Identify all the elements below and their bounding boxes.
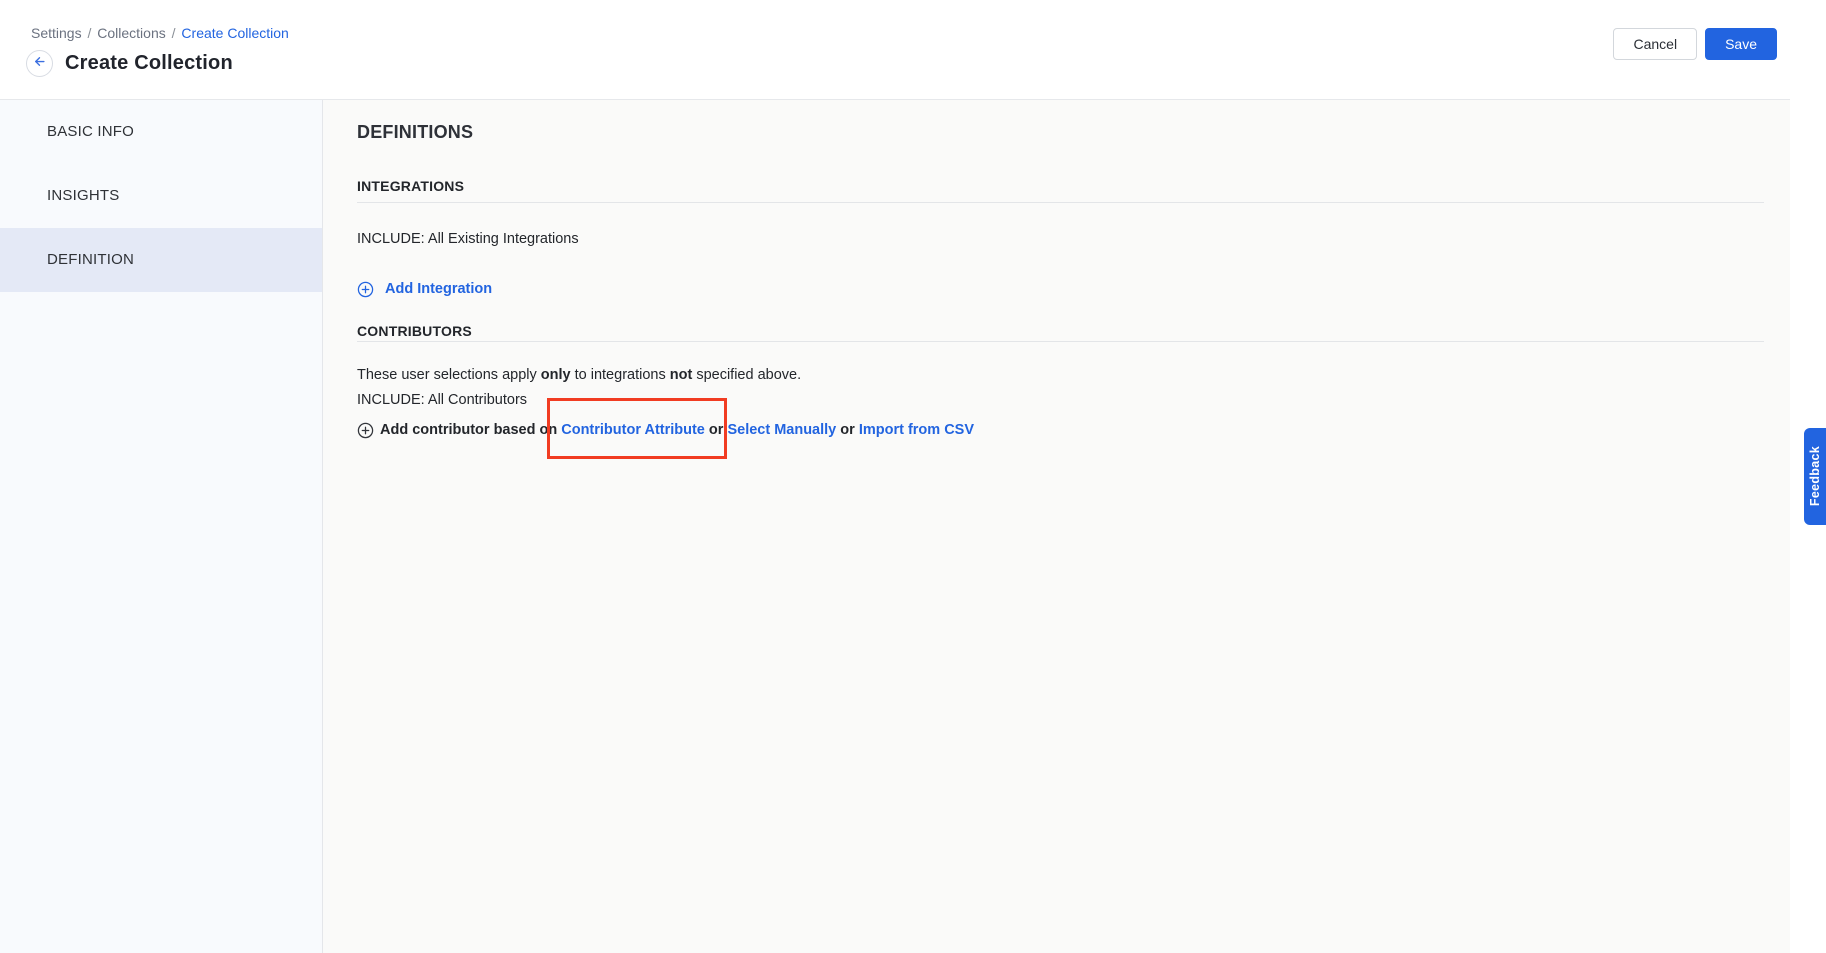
breadcrumb: Settings / Collections / Create Collecti… <box>31 25 289 41</box>
contributors-divider <box>357 341 1764 342</box>
note-text: These user selections apply <box>357 367 537 383</box>
note-emphasis-only: only <box>541 367 571 383</box>
import-from-csv-link[interactable]: Import from CSV <box>859 422 974 438</box>
feedback-tab-label: Feedback <box>1808 446 1822 506</box>
add-contributor-prefix: Add contributor based on <box>380 422 557 438</box>
sidebar-nav: BASIC INFO INSIGHTS DEFINITION <box>0 100 323 953</box>
contributors-include-line: INCLUDE: All Contributors <box>357 390 1764 410</box>
integrations-include-line: INCLUDE: All Existing Integrations <box>357 229 1764 249</box>
contributors-note: These user selections apply only to inte… <box>357 365 1764 385</box>
breadcrumb-settings[interactable]: Settings <box>31 25 82 41</box>
back-button[interactable] <box>26 50 53 77</box>
breadcrumb-separator: / <box>87 25 91 41</box>
select-manually-link[interactable]: Select Manually <box>727 422 836 438</box>
page-title: Create Collection <box>65 52 233 75</box>
plus-circle-icon <box>357 422 374 439</box>
workspace: BASIC INFO INSIGHTS DEFINITION DEFINITIO… <box>0 99 1826 953</box>
arrow-left-icon <box>32 54 47 74</box>
breadcrumb-separator: / <box>172 25 176 41</box>
contributors-section-label: CONTRIBUTORS <box>357 323 1764 340</box>
plus-circle-icon <box>357 281 374 298</box>
add-integration-row: Add Integration <box>357 279 1764 299</box>
integrations-section-label: INTEGRATIONS <box>357 178 1764 195</box>
page-header: Settings / Collections / Create Collecti… <box>0 0 1826 99</box>
note-text: to integrations <box>575 367 666 383</box>
cancel-button[interactable]: Cancel <box>1613 28 1697 60</box>
definition-panel: DEFINITIONS INTEGRATIONS INCLUDE: All Ex… <box>323 100 1790 953</box>
sidebar-item-insights[interactable]: INSIGHTS <box>0 164 322 228</box>
breadcrumb-create-collection[interactable]: Create Collection <box>181 25 288 41</box>
add-contributor-row: Add contributor based on Contributor Att… <box>357 420 1764 440</box>
contributor-attribute-link[interactable]: Contributor Attribute <box>561 422 705 438</box>
settings-card: BASIC INFO INSIGHTS DEFINITION DEFINITIO… <box>0 99 1790 953</box>
integrations-divider <box>357 202 1764 203</box>
sidebar-item-basic-info[interactable]: BASIC INFO <box>0 100 322 164</box>
note-text: specified above. <box>696 367 801 383</box>
breadcrumb-collections[interactable]: Collections <box>97 25 165 41</box>
definitions-heading: DEFINITIONS <box>357 121 1764 143</box>
note-emphasis-not: not <box>670 367 693 383</box>
or-label: or <box>709 422 724 438</box>
add-integration-link[interactable]: Add Integration <box>385 281 492 297</box>
or-label: or <box>840 422 855 438</box>
sidebar-item-definition[interactable]: DEFINITION <box>0 228 322 292</box>
feedback-tab[interactable]: Feedback <box>1804 428 1826 525</box>
save-button[interactable]: Save <box>1705 28 1777 60</box>
